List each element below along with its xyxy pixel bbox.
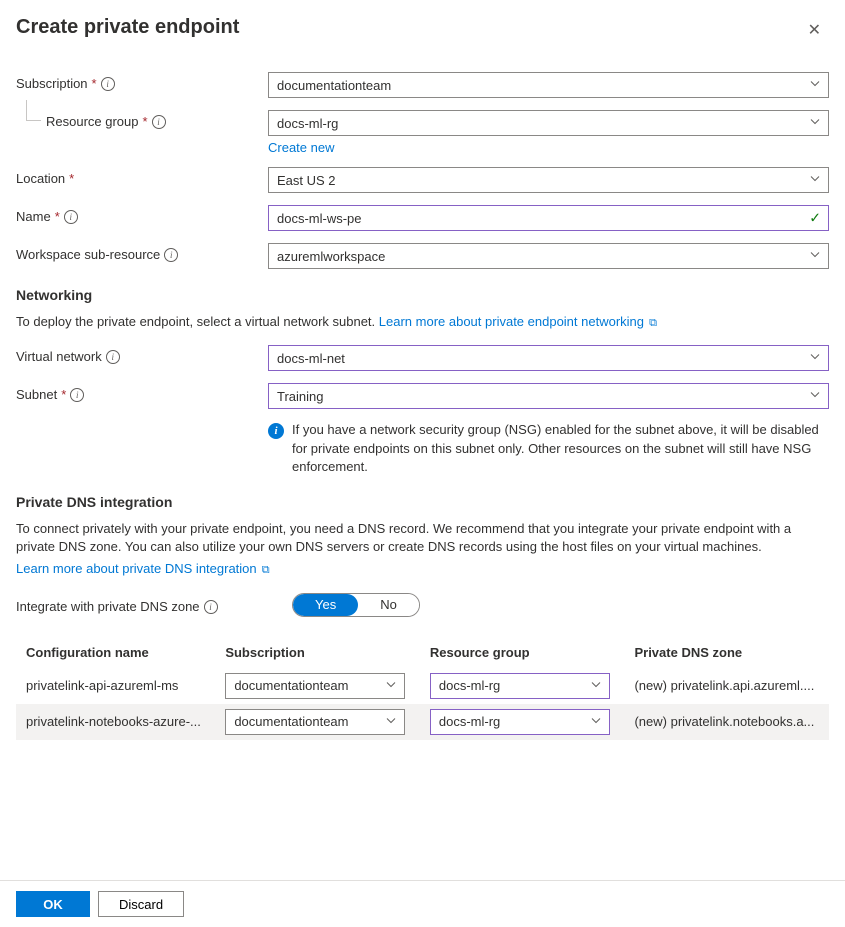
nsg-note: If you have a network security group (NS… (292, 421, 829, 476)
required-indicator: * (143, 114, 148, 129)
networking-heading: Networking (16, 287, 829, 303)
create-new-link[interactable]: Create new (268, 140, 334, 155)
location-select[interactable]: East US 2 (268, 167, 829, 193)
dns-desc: To connect privately with your private e… (16, 520, 829, 556)
name-input[interactable]: docs-ml-ws-pe (268, 205, 829, 231)
integrate-toggle-label: Integrate with private DNS zone (16, 599, 200, 614)
info-icon[interactable]: i (164, 248, 178, 262)
page-title: Create private endpoint (16, 16, 239, 39)
info-icon[interactable]: i (152, 115, 166, 129)
col-rg: Resource group (420, 637, 625, 668)
col-config: Configuration name (16, 637, 215, 668)
close-icon[interactable]: ✕ (800, 16, 829, 44)
toggle-no[interactable]: No (358, 594, 419, 616)
required-indicator: * (69, 171, 74, 186)
checkmark-icon: ✓ (809, 210, 821, 227)
row-subscription-select[interactable]: documentationteam (225, 709, 405, 735)
name-label: Name (16, 209, 51, 224)
ok-button[interactable]: OK (16, 891, 90, 917)
integrate-toggle[interactable]: Yes No (292, 593, 420, 617)
dns-config-table: Configuration name Subscription Resource… (16, 637, 829, 740)
resource-group-select[interactable]: docs-ml-rg (268, 110, 829, 136)
zone-value: (new) privatelink.notebooks.a... (634, 714, 819, 729)
resource-group-label: Resource group (46, 114, 139, 129)
required-indicator: * (92, 76, 97, 91)
vnet-select[interactable]: docs-ml-net (268, 345, 829, 371)
zone-value: (new) privatelink.api.azureml.... (634, 678, 819, 693)
external-link-icon: ⧉ (259, 564, 270, 576)
info-solid-icon: i (268, 423, 284, 439)
table-row: privatelink-notebooks-azure-... document… (16, 704, 829, 740)
info-icon[interactable]: i (204, 600, 218, 614)
info-icon[interactable]: i (70, 388, 84, 402)
row-rg-select[interactable]: docs-ml-rg (430, 673, 610, 699)
toggle-yes[interactable]: Yes (293, 594, 358, 616)
dns-learn-more-link[interactable]: Learn more about private DNS integration… (16, 561, 270, 576)
required-indicator: * (61, 387, 66, 402)
row-subscription-select[interactable]: documentationteam (225, 673, 405, 699)
info-icon[interactable]: i (101, 77, 115, 91)
subresource-select[interactable]: azuremlworkspace (268, 243, 829, 269)
subnet-select[interactable]: Training (268, 383, 829, 409)
info-icon[interactable]: i (64, 210, 78, 224)
subscription-select[interactable]: documentationteam (268, 72, 829, 98)
location-label: Location (16, 171, 65, 186)
vnet-label: Virtual network (16, 349, 102, 364)
subnet-label: Subnet (16, 387, 57, 402)
external-link-icon: ⧉ (646, 317, 657, 329)
dns-heading: Private DNS integration (16, 494, 829, 510)
subresource-label: Workspace sub-resource (16, 247, 160, 262)
subscription-label: Subscription (16, 76, 88, 91)
col-zone: Private DNS zone (624, 637, 829, 668)
discard-button[interactable]: Discard (98, 891, 184, 917)
required-indicator: * (55, 209, 60, 224)
info-icon[interactable]: i (106, 350, 120, 364)
col-sub: Subscription (215, 637, 420, 668)
table-row: privatelink-api-azureml-ms documentation… (16, 668, 829, 704)
networking-desc: To deploy the private endpoint, select a… (16, 313, 829, 331)
row-rg-select[interactable]: docs-ml-rg (430, 709, 610, 735)
config-name: privatelink-notebooks-azure-... (26, 714, 205, 729)
config-name: privatelink-api-azureml-ms (26, 678, 205, 693)
networking-learn-more-link[interactable]: Learn more about private endpoint networ… (379, 314, 657, 329)
